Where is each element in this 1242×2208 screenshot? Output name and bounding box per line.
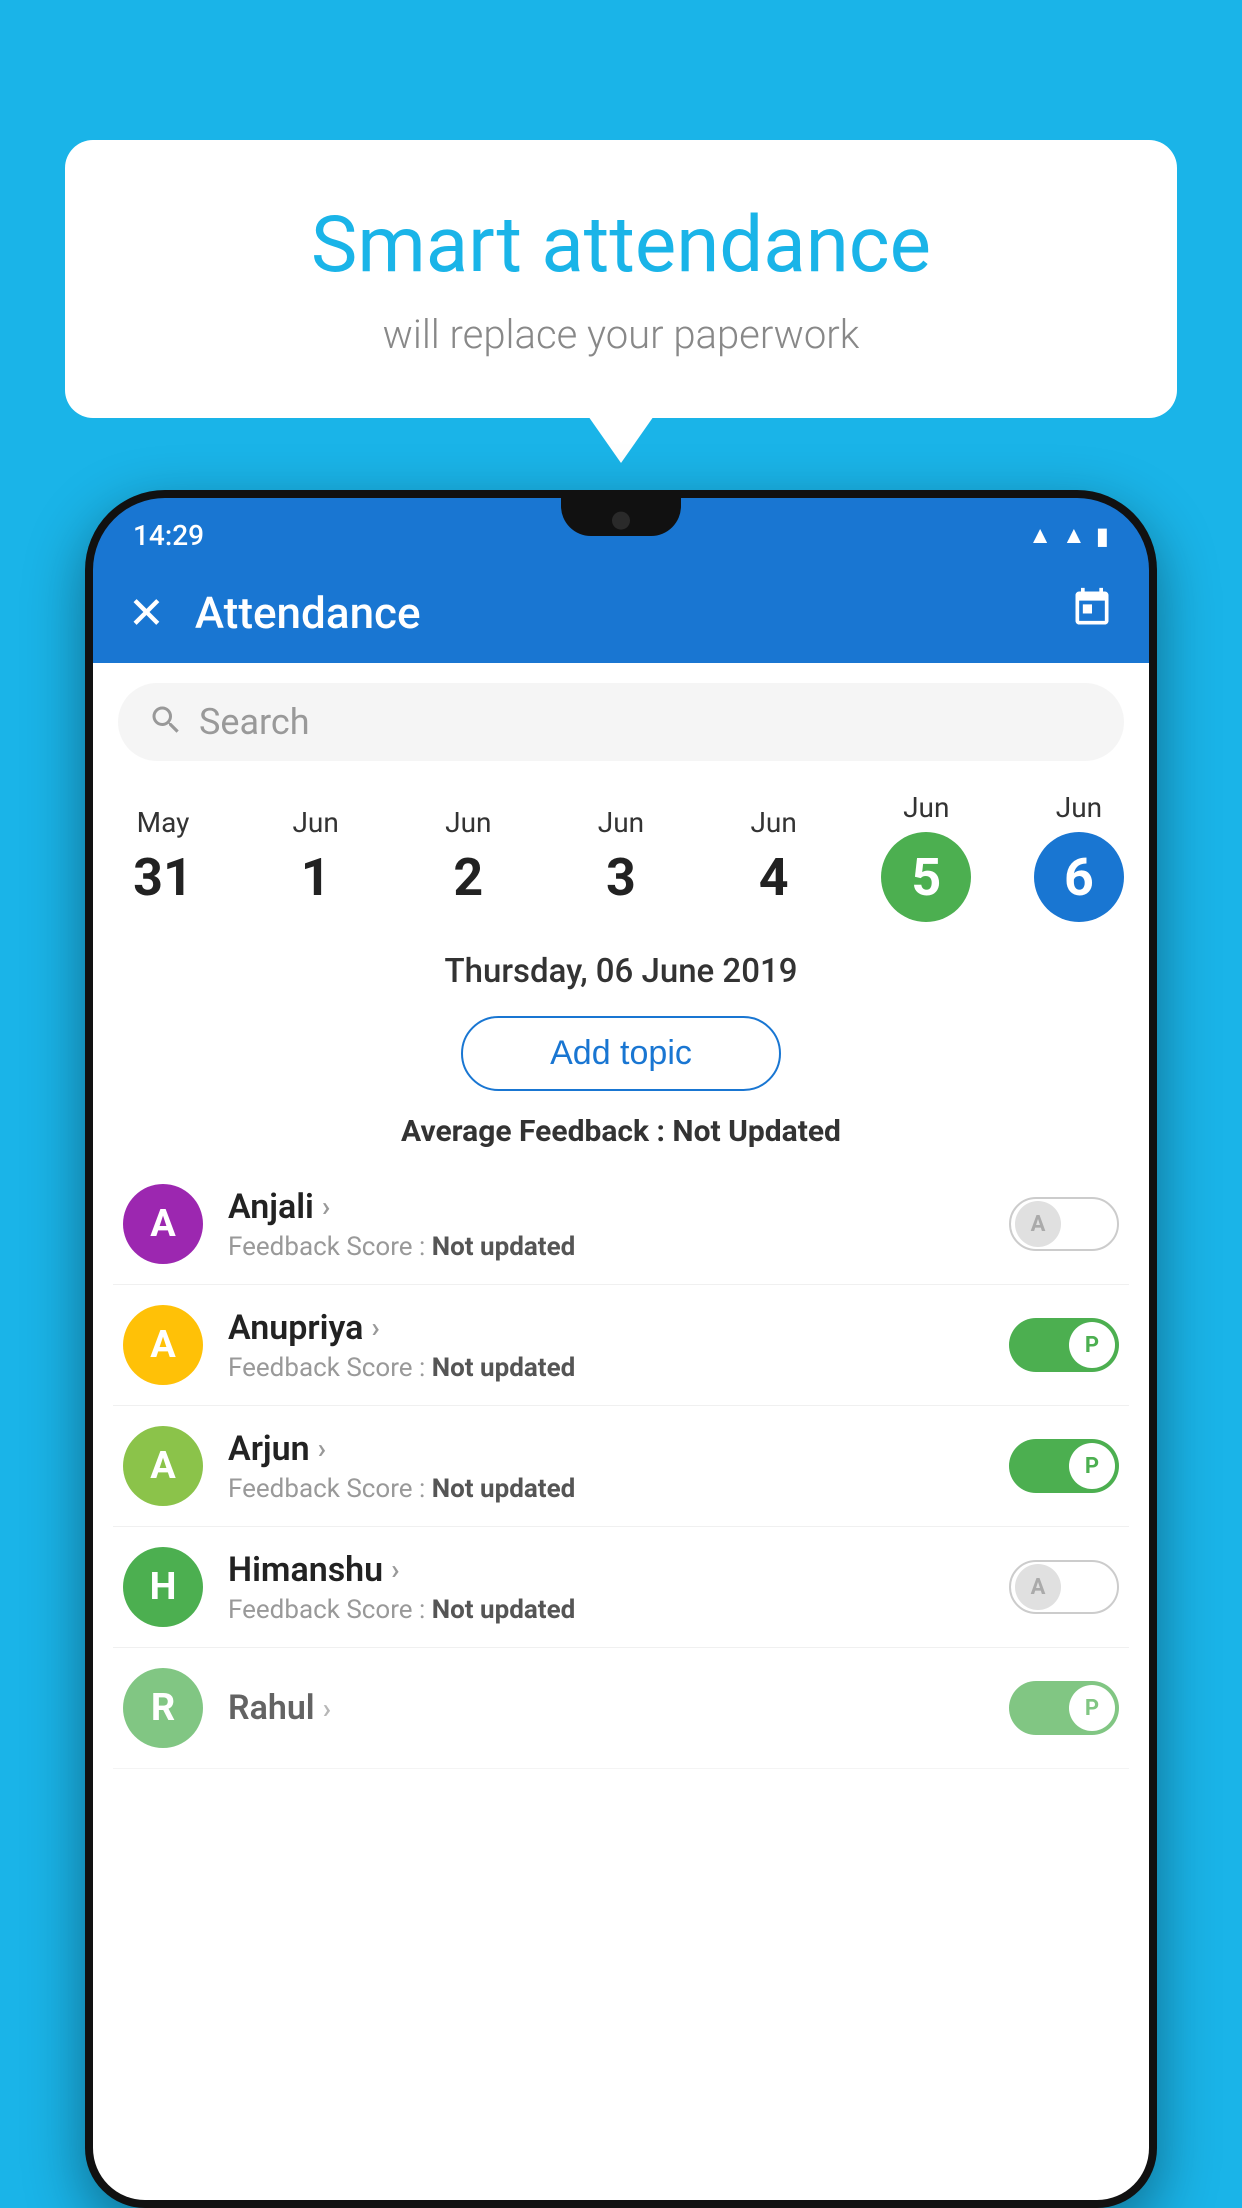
avatar-anupriya: A <box>123 1305 203 1385</box>
speech-bubble: Smart attendance will replace your paper… <box>65 140 1177 418</box>
attendance-toggle-anupriya[interactable]: P <box>1009 1318 1119 1372</box>
avatar-arjun: A <box>123 1426 203 1506</box>
speech-bubble-container: Smart attendance will replace your paper… <box>65 140 1177 418</box>
student-item-anupriya: A Anupriya › Feedback Score : Not update… <box>113 1285 1129 1406</box>
avg-feedback: Average Feedback : Not Updated <box>93 1106 1149 1164</box>
search-placeholder: Search <box>199 701 310 743</box>
chevron-right-icon: › <box>391 1553 399 1586</box>
add-topic-button[interactable]: Add topic <box>461 1016 781 1091</box>
student-info-himanshu[interactable]: Himanshu › Feedback Score : Not updated <box>228 1550 984 1625</box>
date-item-jun5[interactable]: Jun 5 <box>871 791 981 922</box>
student-name-rahul: Rahul › <box>228 1688 984 1728</box>
student-info-arjun[interactable]: Arjun › Feedback Score : Not updated <box>228 1429 984 1504</box>
date-info: Thursday, 06 June 2019 <box>93 932 1149 1001</box>
app-bar: ✕ Attendance <box>93 563 1149 663</box>
front-camera <box>612 512 630 530</box>
chevron-right-icon: › <box>318 1432 326 1465</box>
date-item-jun1[interactable]: Jun 1 <box>261 806 371 908</box>
student-info-rahul[interactable]: Rahul › <box>228 1688 984 1728</box>
avatar-rahul: R <box>123 1668 203 1748</box>
chevron-right-icon: › <box>323 1692 331 1725</box>
student-name-arjun: Arjun › <box>228 1429 984 1469</box>
student-name-anupriya: Anupriya › <box>228 1308 984 1348</box>
signal-icon: ▲ <box>1062 521 1086 550</box>
student-item-anjali: A Anjali › Feedback Score : Not updated … <box>113 1164 1129 1285</box>
student-item-arjun: A Arjun › Feedback Score : Not updated P <box>113 1406 1129 1527</box>
phone-inner: 14:29 ▲ ▲ ▮ ✕ Attendance <box>93 498 1149 2200</box>
student-feedback-himanshu: Feedback Score : Not updated <box>228 1595 984 1625</box>
status-time: 14:29 <box>133 519 204 552</box>
attendance-toggle-himanshu[interactable]: A <box>1009 1560 1119 1614</box>
selected-date-label: Thursday, 06 June 2019 <box>445 952 798 991</box>
avatar-himanshu: H <box>123 1547 203 1627</box>
student-feedback-anupriya: Feedback Score : Not updated <box>228 1353 984 1383</box>
date-item-jun6[interactable]: Jun 6 <box>1024 791 1134 922</box>
screen-content: Search May 31 Jun 1 Jun 2 Jun 3 <box>93 663 1149 2200</box>
date-item-jun4[interactable]: Jun 4 <box>719 806 829 908</box>
avg-feedback-label: Average Feedback : <box>401 1114 665 1149</box>
toggle-knob-anjali: A <box>1015 1201 1061 1247</box>
date-item-jun3[interactable]: Jun 3 <box>566 806 676 908</box>
close-button[interactable]: ✕ <box>128 591 165 635</box>
toggle-knob-anupriya: P <box>1069 1322 1115 1368</box>
student-name-anjali: Anjali › <box>228 1187 984 1227</box>
student-feedback-anjali: Feedback Score : Not updated <box>228 1232 984 1262</box>
avatar-anjali: A <box>123 1184 203 1264</box>
toggle-knob-himanshu: A <box>1015 1564 1061 1610</box>
wifi-icon: ▲ <box>1028 521 1052 550</box>
student-info-anjali[interactable]: Anjali › Feedback Score : Not updated <box>228 1187 984 1262</box>
notch <box>561 498 681 536</box>
attendance-toggle-arjun[interactable]: P <box>1009 1439 1119 1493</box>
student-name-himanshu: Himanshu › <box>228 1550 984 1590</box>
phone-frame: 14:29 ▲ ▲ ▮ ✕ Attendance <box>85 490 1157 2208</box>
student-feedback-arjun: Feedback Score : Not updated <box>228 1474 984 1504</box>
bubble-title: Smart attendance <box>135 200 1107 291</box>
app-title: Attendance <box>195 587 1040 639</box>
student-info-anupriya[interactable]: Anupriya › Feedback Score : Not updated <box>228 1308 984 1383</box>
attendance-toggle-anjali[interactable]: A <box>1009 1197 1119 1251</box>
toggle-knob-rahul: P <box>1069 1685 1115 1731</box>
student-item-rahul: R Rahul › P <box>113 1648 1129 1769</box>
chevron-right-icon: › <box>371 1311 379 1344</box>
chevron-right-icon: › <box>322 1190 330 1223</box>
student-list: A Anjali › Feedback Score : Not updated … <box>93 1164 1149 1769</box>
search-icon <box>148 702 184 742</box>
status-icons: ▲ ▲ ▮ <box>1028 521 1109 550</box>
bubble-subtitle: will replace your paperwork <box>135 311 1107 358</box>
date-item-jun2[interactable]: Jun 2 <box>413 806 523 908</box>
date-item-may31[interactable]: May 31 <box>108 806 218 908</box>
search-bar[interactable]: Search <box>118 683 1124 761</box>
date-selector: May 31 Jun 1 Jun 2 Jun 3 Jun 4 <box>93 781 1149 932</box>
attendance-toggle-rahul[interactable]: P <box>1009 1681 1119 1735</box>
avg-feedback-value: Not Updated <box>672 1114 841 1149</box>
toggle-knob-arjun: P <box>1069 1443 1115 1489</box>
calendar-button[interactable] <box>1070 586 1114 640</box>
battery-icon: ▮ <box>1096 522 1109 550</box>
student-item-himanshu: H Himanshu › Feedback Score : Not update… <box>113 1527 1129 1648</box>
